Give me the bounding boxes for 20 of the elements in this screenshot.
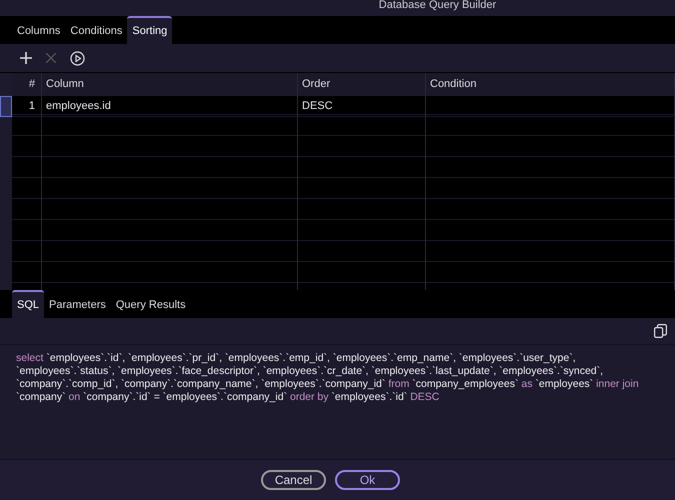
table-cell: DESC	[298, 96, 426, 116]
ok-button[interactable]: Ok	[335, 470, 400, 490]
tab[interactable]: Sorting	[127, 16, 172, 44]
tab[interactable]: Query Results	[110, 290, 191, 318]
table-cell: employees.id	[42, 96, 298, 116]
cancel-button[interactable]: Cancel	[261, 470, 326, 490]
copy-icon[interactable]	[654, 324, 667, 338]
column-header[interactable]: Condition	[426, 73, 675, 95]
tab[interactable]: Conditions	[65, 16, 128, 44]
column-header[interactable]: Column	[42, 73, 298, 95]
tab[interactable]: Parameters	[44, 290, 111, 318]
column-header[interactable]: #	[12, 73, 42, 95]
tab[interactable]: Columns	[12, 16, 66, 44]
row-selector[interactable]	[0, 96, 12, 117]
tab[interactable]: SQL	[12, 290, 44, 318]
add-icon[interactable]	[20, 52, 32, 64]
column-header[interactable]: Order	[298, 73, 426, 95]
window-title: Database Query Builder	[378, 0, 496, 10]
run-icon[interactable]	[70, 50, 85, 66]
table-cell: 1	[12, 96, 42, 116]
